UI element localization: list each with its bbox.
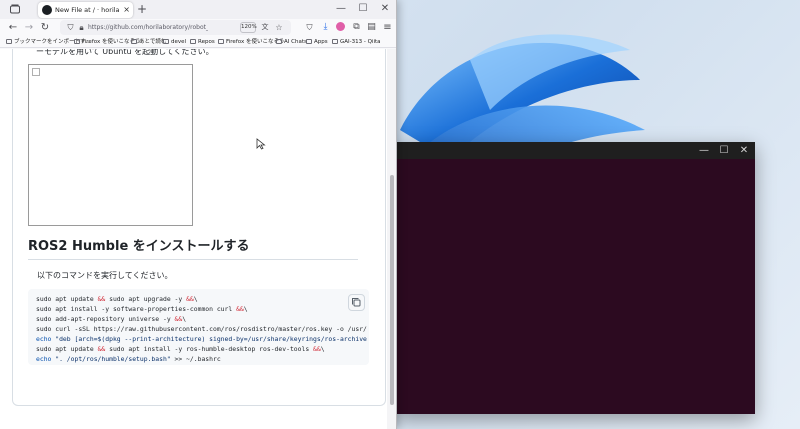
code-block: sudo apt update && sudo apt upgrade -y &…	[28, 289, 369, 365]
tab-close-icon[interactable]: ×	[123, 3, 130, 17]
code-token: echo	[36, 335, 52, 343]
zoom-level-badge[interactable]: 120%	[240, 22, 257, 33]
firefox-icon	[74, 39, 80, 44]
code-token: sudo apt install -y ros-humble-desktop r…	[105, 345, 314, 353]
url-bar[interactable]: ⛉ 🔒︎ https://github.com/horilaboratory/r…	[60, 20, 291, 35]
folder-icon	[163, 39, 169, 44]
code-line: sudo apt install -y software-properties-…	[36, 304, 369, 314]
extensions-icon[interactable]: ⧉	[351, 21, 362, 34]
forward-arrow-icon[interactable]: →	[23, 21, 35, 34]
bookmark-item[interactable]: あとで読む	[131, 36, 166, 47]
code-token: sudo apt install -y software-properties-…	[36, 305, 237, 313]
terminal-title-bar[interactable]: — ☐ ✕	[395, 142, 755, 159]
code-token: \	[243, 305, 248, 313]
downloads-icon[interactable]: ⤓	[320, 21, 331, 34]
code-token: "deb [arch=$(dpkg --print-architecture) …	[51, 335, 367, 343]
bookmarks-toolbar: ブックマークをインポートす… Firefox を使いこなそう あとで読む dev…	[0, 36, 396, 48]
code-token: sudo apt update	[36, 345, 98, 353]
code-token: sudo add-apt-repository universe -y	[36, 315, 175, 323]
new-tab-button[interactable]: +	[136, 2, 148, 16]
bookmark-folder[interactable]: Repos	[190, 36, 215, 47]
markdown-preview: ーモデルを用いて Ubuntu を起動してください。 ROS2 Humble を…	[12, 49, 386, 406]
reload-icon[interactable]: ↻	[39, 21, 51, 34]
bookmark-folder[interactable]: Apps	[306, 36, 328, 47]
code-line: sudo curl -sSL https://raw.githubusercon…	[36, 324, 369, 334]
code-token: >> ~/.bashrc	[170, 355, 221, 363]
terminal-maximize-button[interactable]: ☐	[715, 142, 733, 159]
code-token: &&	[313, 345, 321, 353]
code-line: echo ". /opt/ros/humble/setup.bash" >> ~…	[36, 354, 369, 364]
code-token: sudo apt upgrade -y	[105, 295, 187, 303]
translate-icon[interactable]: 文	[260, 22, 270, 33]
code-line: sudo apt update && sudo apt upgrade -y &…	[36, 294, 369, 304]
page-viewport[interactable]: ーモデルを用いて Ubuntu を起動してください。 ROS2 Humble を…	[0, 49, 387, 429]
import-icon	[6, 39, 12, 44]
qiita-icon	[332, 39, 338, 44]
bookmark-folder[interactable]: AI Chats	[276, 36, 307, 47]
browser-close-button[interactable]: ✕	[378, 2, 392, 16]
partially-visible-text: ーモデルを用いて Ubuntu を起動してください。	[36, 49, 214, 56]
bookmark-item[interactable]: Firefox を使いこなそう	[218, 36, 284, 47]
shield-icon[interactable]: ⛉	[66, 22, 75, 33]
terminal-minimize-button[interactable]: —	[695, 142, 713, 159]
url-text[interactable]: https://github.com/horilaboratory/robot_…	[88, 21, 208, 34]
navigation-toolbar: ← → ↻ ⛉ 🔒︎ https://github.com/horilabora…	[0, 19, 396, 36]
pocket-icon	[131, 39, 137, 44]
tab-github-new-file[interactable]: New File at / · horilaboratory/robot_pro…	[38, 2, 133, 18]
pocket-icon[interactable]: ⛉	[304, 21, 315, 34]
lock-icon[interactable]: 🔒︎	[77, 22, 86, 33]
scrollbar-thumb[interactable]	[390, 175, 394, 405]
code-token: \	[320, 345, 325, 353]
code-line: echo "deb [arch=$(dpkg --print-architect…	[36, 334, 369, 344]
code-line: sudo apt update && sudo apt install -y r…	[36, 344, 369, 354]
code-token: &&	[236, 305, 244, 313]
code-token: \	[182, 315, 187, 323]
back-arrow-icon[interactable]: ←	[7, 21, 19, 34]
mouse-cursor-icon	[256, 138, 266, 150]
instruction-text: 以下のコマンドを実行してください。	[37, 271, 173, 280]
section-heading: ROS2 Humble をインストールする	[28, 239, 358, 260]
folder-icon	[276, 39, 282, 44]
bookmark-star-icon[interactable]: ☆	[274, 22, 284, 33]
folder-icon	[190, 39, 196, 44]
code-token: sudo curl -sSL https://raw.githubusercon…	[36, 325, 367, 333]
browser-maximize-button[interactable]: ☐	[356, 2, 370, 16]
browser-minimize-button[interactable]: —	[334, 2, 348, 16]
page-scrollbar[interactable]	[387, 49, 396, 429]
code-token: sudo apt update	[36, 295, 98, 303]
firefox-icon	[218, 39, 224, 44]
account-avatar-icon[interactable]	[336, 22, 345, 31]
folder-icon	[306, 39, 312, 44]
firefox-view-icon[interactable]	[9, 3, 21, 15]
code-token: &&	[186, 295, 194, 303]
tab-bar: New File at / · horilaboratory/robot_pro…	[0, 0, 396, 19]
broken-image	[28, 64, 193, 226]
tab-title: New File at / · horilaboratory/robot_pro…	[55, 6, 119, 14]
code-token: echo	[36, 355, 52, 363]
code-token: \	[193, 295, 198, 303]
broken-image-icon	[32, 68, 40, 76]
firefox-window[interactable]: New File at / · horilaboratory/robot_pro…	[0, 0, 397, 429]
hamburger-menu-icon[interactable]: ≡	[382, 21, 393, 34]
bookmark-folder[interactable]: devel	[163, 36, 186, 47]
terminal-close-button[interactable]: ✕	[735, 142, 753, 159]
code-line: sudo add-apt-repository universe -y &&\	[36, 314, 369, 324]
github-icon	[42, 5, 52, 15]
terminal-window[interactable]: — ☐ ✕	[395, 142, 755, 414]
reader-icon[interactable]: ▤	[366, 21, 377, 34]
code-token: ". /opt/ros/humble/setup.bash"	[51, 355, 171, 363]
bookmark-item[interactable]: GAI-313 - Qiita	[332, 36, 381, 47]
